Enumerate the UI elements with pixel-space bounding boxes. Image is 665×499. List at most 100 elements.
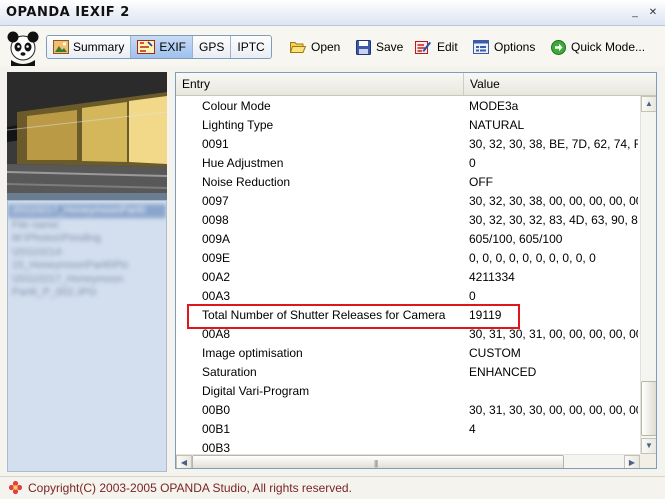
scroll-grip-icon: |||	[374, 459, 378, 468]
folder-open-icon	[290, 42, 306, 53]
quick-mode-button-label: Quick Mode...	[571, 40, 646, 54]
exif-table: Entry Value Colour Mode MODE3a Lighting Ty…	[175, 72, 657, 469]
app-window: OPANDA IEXIF 2 _ ✕ Summary EXIF GPS IPTC…	[0, 0, 665, 499]
entry-cell: 0097	[202, 194, 229, 208]
vertical-scrollbar[interactable]: ▲ ▼	[640, 96, 656, 454]
table-header: Entry Value	[176, 73, 656, 96]
file-info-line: M:\Photos\Pending	[12, 232, 101, 244]
column-header-value[interactable]: Value	[464, 73, 656, 95]
toolbar: Summary EXIF GPS IPTC Open Save Edit Opt…	[0, 26, 665, 66]
title-bar: OPANDA IEXIF 2 _ ✕	[0, 0, 665, 26]
edit-button-label: Edit	[437, 40, 458, 54]
close-button[interactable]: ✕	[645, 5, 661, 20]
entry-cell: 00B1	[202, 422, 231, 436]
table-row[interactable]: 0097 30, 32, 30, 38, 00, 00, 00, 00, 00	[176, 192, 638, 211]
table-row[interactable]: Saturation ENHANCED	[176, 363, 638, 382]
entry-cell: Lighting Type	[202, 118, 274, 132]
tab-exif[interactable]: EXIF	[131, 36, 194, 58]
status-bar: Copyright(C) 2003-2005 OPANDA Studio, Al…	[0, 476, 665, 499]
table-body: Colour Mode MODE3a Lighting Type NATURAL 009…	[176, 97, 638, 458]
tab-summary-label: Summary	[73, 40, 125, 54]
file-info-line: Part6_P_002.JPG	[12, 286, 97, 298]
entry-cell: Image optimisation	[202, 346, 303, 360]
scroll-left-arrow-icon[interactable]: ◀	[176, 455, 192, 468]
preview-panel: 20110217_HoneymoonPart0 File name: M:\Ph…	[7, 72, 167, 473]
value-cell: OFF	[469, 175, 493, 189]
value-cell: MODE3a	[469, 99, 519, 113]
table-row[interactable]: 0091 30, 32, 30, 38, BE, 7D, 62, 74, F	[176, 135, 638, 154]
table-row[interactable]: 00B1 4	[176, 420, 638, 439]
flower-icon	[8, 480, 23, 495]
floppy-disk-icon	[356, 39, 371, 55]
file-info-line: \20110214-	[12, 245, 65, 258]
entry-cell: Digital Vari-Program	[202, 384, 310, 398]
entry-cell: 0098	[202, 213, 229, 227]
copyright-text: Copyright(C) 2003-2005 OPANDA Studio, Al…	[28, 481, 352, 495]
exif-icon	[137, 40, 156, 54]
tab-gps-label: GPS	[199, 40, 225, 54]
value-cell: 4	[469, 422, 476, 436]
entry-cell: Saturation	[202, 365, 257, 379]
table-row[interactable]: Image optimisation CUSTOM	[176, 344, 638, 363]
tab-iptc[interactable]: IPTC	[231, 36, 271, 58]
edit-icon	[415, 40, 431, 54]
table-row[interactable]: 00A2 4211334	[176, 268, 638, 287]
entry-cell: Hue Adjustmen	[202, 156, 284, 170]
tab-iptc-label: IPTC	[237, 40, 265, 54]
entry-cell: 0091	[202, 137, 229, 151]
entry-cell: 00A2	[202, 270, 231, 284]
table-row[interactable]: 009E 0, 0, 0, 0, 0, 0, 0, 0, 0, 0	[176, 249, 638, 268]
table-row[interactable]: Hue Adjustmen 0	[176, 154, 638, 173]
quick-mode-arrow-icon	[551, 39, 566, 55]
open-button-label: Open	[311, 40, 341, 54]
horizontal-scroll-thumb[interactable]: |||	[192, 455, 564, 468]
summary-icon	[53, 40, 69, 54]
file-info-line: 20110217_HoneymoonPart0	[8, 204, 166, 218]
thumbnail-caption-bar	[7, 193, 167, 200]
window-title: OPANDA IEXIF 2	[6, 5, 130, 20]
file-info-line: 15_HoneymoonPart6\Pic	[12, 259, 129, 271]
tab-summary[interactable]: Summary	[47, 36, 132, 58]
view-tabs: Summary EXIF GPS IPTC	[46, 35, 272, 59]
table-row[interactable]: 009A 605/100, 605/100	[176, 230, 638, 249]
scroll-up-arrow-icon[interactable]: ▲	[641, 96, 656, 112]
entry-cell: Noise Reduction	[202, 175, 291, 189]
photo-thumbnail[interactable]	[7, 72, 167, 193]
value-cell: 605/100, 605/100	[469, 232, 563, 246]
value-cell: 30, 31, 30, 30, 00, 00, 00, 00, 00	[469, 403, 638, 417]
edit-button[interactable]: Edit	[415, 38, 458, 56]
scroll-down-arrow-icon[interactable]: ▼	[641, 438, 656, 454]
entry-cell: 00B0	[202, 403, 231, 417]
column-header-entry[interactable]: Entry	[176, 73, 464, 95]
horizontal-scrollbar[interactable]: ◀ ||| ▶	[176, 454, 640, 468]
save-button-label: Save	[376, 40, 404, 54]
value-cell: CUSTOM	[469, 346, 521, 360]
quick-mode-button[interactable]: Quick Mode...	[551, 38, 645, 56]
options-button-label: Options	[494, 40, 536, 54]
entry-cell: Colour Mode	[202, 99, 271, 113]
value-cell: 30, 32, 30, 32, 83, 4D, 63, 90, 8	[469, 213, 638, 227]
tab-gps[interactable]: GPS	[193, 36, 232, 58]
highlight-box	[187, 304, 520, 329]
options-icon	[473, 40, 489, 54]
minimize-button[interactable]: _	[627, 5, 643, 20]
table-row[interactable]: Digital Vari-Program	[176, 382, 638, 401]
file-info-line: File name:	[12, 218, 62, 231]
value-cell	[464, 382, 638, 401]
vertical-scroll-thumb[interactable]	[641, 381, 656, 436]
entry-cell: 009A	[202, 232, 231, 246]
save-button[interactable]: Save	[356, 38, 403, 56]
value-cell: NATURAL	[469, 118, 525, 132]
table-row[interactable]: Noise Reduction OFF	[176, 173, 638, 192]
file-info-panel: 20110217_HoneymoonPart0 File name: M:\Ph…	[7, 200, 167, 472]
table-row[interactable]: Colour Mode MODE3a	[176, 97, 638, 116]
open-button[interactable]: Open	[290, 38, 340, 56]
table-row[interactable]: Lighting Type NATURAL	[176, 116, 638, 135]
table-row[interactable]: 00B0 30, 31, 30, 30, 00, 00, 00, 00, 00	[176, 401, 638, 420]
options-button[interactable]: Options	[473, 38, 535, 56]
table-row[interactable]: 0098 30, 32, 30, 32, 83, 4D, 63, 90, 8	[176, 211, 638, 230]
scroll-right-arrow-icon[interactable]: ▶	[624, 455, 640, 468]
value-cell: 0, 0, 0, 0, 0, 0, 0, 0, 0, 0	[469, 251, 596, 265]
value-cell: 30, 32, 30, 38, BE, 7D, 62, 74, F	[469, 137, 638, 151]
value-cell: ENHANCED	[469, 365, 537, 379]
